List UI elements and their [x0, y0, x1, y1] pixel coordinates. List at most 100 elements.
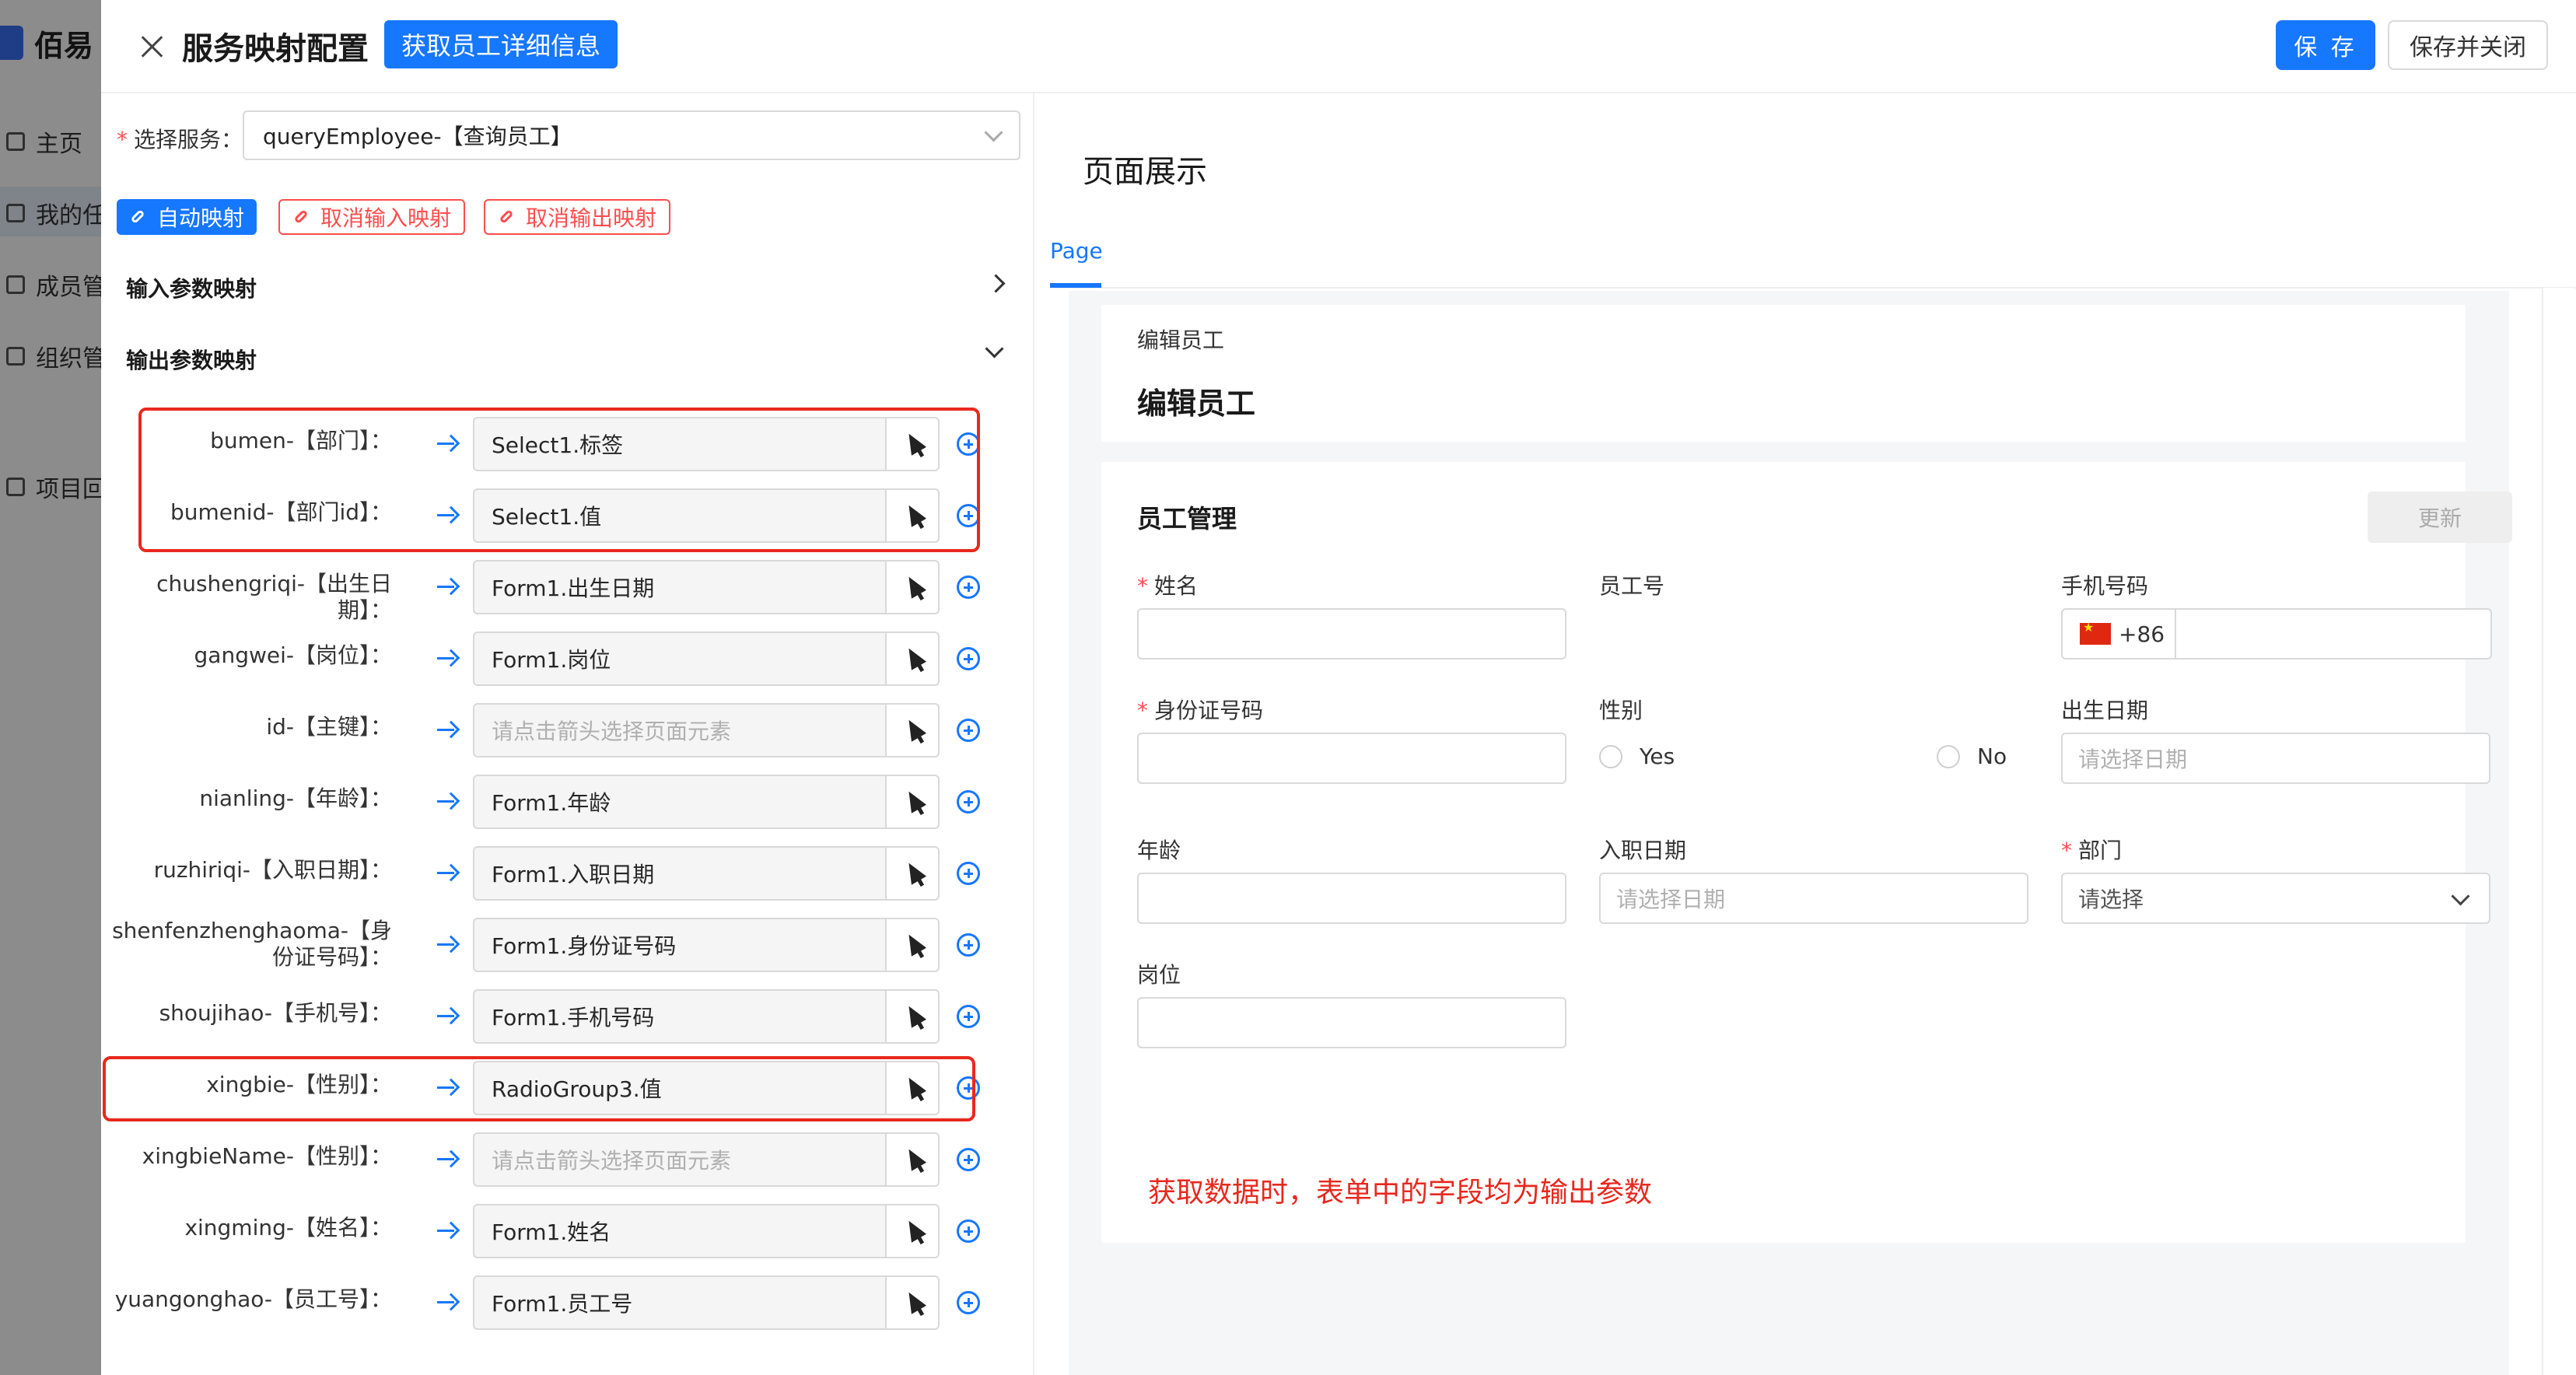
position-input[interactable]: [1137, 997, 1566, 1048]
add-circle-icon[interactable]: [957, 647, 980, 670]
arrow-right-icon: [436, 1148, 459, 1171]
chevron-down-icon: [2451, 887, 2470, 906]
mapping-param-label: ruzhiriqi-【入职日期】：: [153, 857, 392, 883]
gender-yes-label: Yes: [1640, 743, 1675, 769]
mapping-target-field[interactable]: 请点击箭头选择页面元素: [473, 703, 885, 757]
add-circle-icon[interactable]: [957, 790, 980, 813]
department-label: * 部门: [2061, 838, 2123, 863]
highlight-box-department: [138, 408, 980, 552]
pick-element-button[interactable]: [885, 632, 940, 686]
mapping-target-field[interactable]: Form1.年龄: [473, 775, 885, 829]
tab-active-indicator: [1050, 283, 1101, 288]
id-no-input[interactable]: [1137, 733, 1566, 784]
pick-element-button[interactable]: [885, 1132, 940, 1187]
age-input[interactable]: [1137, 873, 1566, 924]
gender-label: 性别: [1599, 698, 1643, 723]
pick-element-button[interactable]: [885, 989, 940, 1044]
employee-form-card: 员工管理 更新 *姓名 员工号 手机号码 +86 *身份证号码 性别 Yes: [1101, 462, 2512, 1243]
hire-date-picker[interactable]: 请选择日期: [1599, 873, 2028, 924]
preview-canvas: 编辑员工 编辑员工 员工管理 更新 *姓名 员工号 手机号码 +86 *身份证号…: [1069, 291, 2512, 1375]
pick-element-button[interactable]: [885, 703, 940, 757]
position-label: 岗位: [1137, 962, 1181, 988]
save-and-close-button[interactable]: 保存并关闭: [2388, 20, 2548, 70]
add-circle-icon[interactable]: [957, 576, 980, 599]
id-no-label: * 身份证号码: [1137, 698, 1264, 723]
preview-title: 页面展示: [1083, 154, 1207, 190]
mapping-row: shoujihao-【手机号】： Form1.手机号码: [101, 989, 1034, 1045]
add-circle-icon[interactable]: [957, 719, 980, 742]
mapping-row: xingbieName-【性别】： 请点击箭头选择页面元素: [101, 1132, 1034, 1188]
auto-map-button[interactable]: 自动映射: [117, 199, 257, 235]
pick-element-button[interactable]: [885, 775, 940, 829]
mapping-param-label: xingming-【姓名】：: [184, 1215, 392, 1240]
phone-country-select[interactable]: +86: [2061, 608, 2176, 660]
mapping-row: ruzhiriqi-【入职日期】： Form1.入职日期: [101, 846, 1034, 902]
tab-page[interactable]: Page: [1050, 238, 1103, 264]
add-circle-icon[interactable]: [957, 1291, 980, 1314]
update-button[interactable]: 更新: [2368, 492, 2512, 543]
pick-element-button[interactable]: [885, 1275, 940, 1330]
service-select[interactable]: queryEmployee-【查询员工】: [243, 110, 1020, 160]
cancel-output-mapping-button[interactable]: 取消输出映射: [484, 199, 671, 235]
hire-date-label: 入职日期: [1599, 838, 1687, 863]
service-label: * 选择服务：: [117, 127, 243, 152]
tab-divider: [1050, 287, 2576, 289]
add-circle-icon[interactable]: [957, 1005, 980, 1028]
pick-element-button[interactable]: [885, 560, 940, 614]
arrow-right-icon: [436, 576, 459, 599]
mapping-target-field[interactable]: Form1.手机号码: [473, 989, 885, 1044]
chevron-down-icon[interactable]: [985, 339, 1004, 359]
fetch-employee-detail-button[interactable]: 获取员工详细信息: [384, 20, 618, 68]
add-circle-icon[interactable]: [957, 1148, 980, 1171]
cursor-icon: [901, 715, 927, 742]
mapping-target-field[interactable]: Form1.员工号: [473, 1275, 885, 1330]
cursor-icon: [901, 1216, 927, 1243]
mapping-target-field[interactable]: Form1.身份证号码: [473, 918, 885, 972]
add-circle-icon[interactable]: [957, 933, 980, 957]
employee-no-label: 员工号: [1599, 573, 1665, 599]
mapping-param-label: xingbieName-【性别】：: [142, 1143, 392, 1169]
pick-element-button[interactable]: [885, 1204, 940, 1258]
mapping-row: id-【主键】： 请点击箭头选择页面元素: [101, 703, 1034, 759]
mapping-param-label: gangwei-【岗位】：: [194, 642, 392, 668]
pick-element-button[interactable]: [885, 918, 940, 972]
save-button[interactable]: 保 存: [2276, 20, 2375, 70]
arrow-right-icon: [436, 647, 459, 670]
mapping-target-field[interactable]: Form1.出生日期: [473, 560, 885, 614]
unlink-icon: [292, 208, 310, 226]
add-circle-icon[interactable]: [957, 1219, 980, 1243]
birth-date-picker[interactable]: 请选择日期: [2061, 733, 2490, 784]
mapping-target-field[interactable]: Form1.入职日期: [473, 846, 885, 901]
cancel-input-mapping-button[interactable]: 取消输入映射: [278, 199, 466, 235]
phone-input[interactable]: [2176, 608, 2492, 660]
mapping-row: nianling-【年龄】： Form1.年龄: [101, 775, 1034, 831]
mapping-row: xingming-【姓名】： Form1.姓名: [101, 1204, 1034, 1260]
close-icon[interactable]: [132, 26, 173, 67]
output-mapping-section[interactable]: 输出参数映射: [126, 344, 257, 375]
pick-element-button[interactable]: [885, 846, 940, 901]
mapping-panel: * 选择服务： queryEmployee-【查询员工】 自动映射 取消输入映射 …: [101, 93, 1034, 1375]
arrow-right-icon: [436, 790, 459, 813]
arrow-right-icon: [436, 1219, 459, 1243]
arrow-right-icon: [436, 1291, 459, 1314]
china-flag-icon: [2080, 620, 2111, 645]
gender-yes-radio[interactable]: [1599, 745, 1622, 768]
mapping-target-field[interactable]: 请点击箭头选择页面元素: [473, 1132, 885, 1187]
mapping-target-field[interactable]: Form1.姓名: [473, 1204, 885, 1258]
link-icon: [129, 208, 146, 226]
gender-no-radio[interactable]: [1937, 745, 1960, 768]
department-select[interactable]: 请选择: [2061, 873, 2490, 924]
breadcrumb: 编辑员工: [1137, 327, 1225, 353]
chevron-right-icon[interactable]: [986, 274, 1006, 293]
service-select-value: queryEmployee-【查询员工】: [263, 124, 572, 149]
drawer-title: 服务映射配置: [182, 31, 369, 67]
add-circle-icon[interactable]: [957, 862, 980, 885]
unlink-icon: [498, 208, 515, 226]
mapping-target-field[interactable]: Form1.岗位: [473, 632, 885, 686]
cursor-icon: [901, 572, 927, 599]
arrow-right-icon: [436, 862, 459, 885]
preview-scrollbar[interactable]: [2542, 288, 2574, 1375]
input-mapping-section[interactable]: 输入参数映射: [126, 272, 257, 303]
name-input[interactable]: [1137, 608, 1566, 660]
page-heading: 编辑员工: [1137, 387, 1256, 421]
